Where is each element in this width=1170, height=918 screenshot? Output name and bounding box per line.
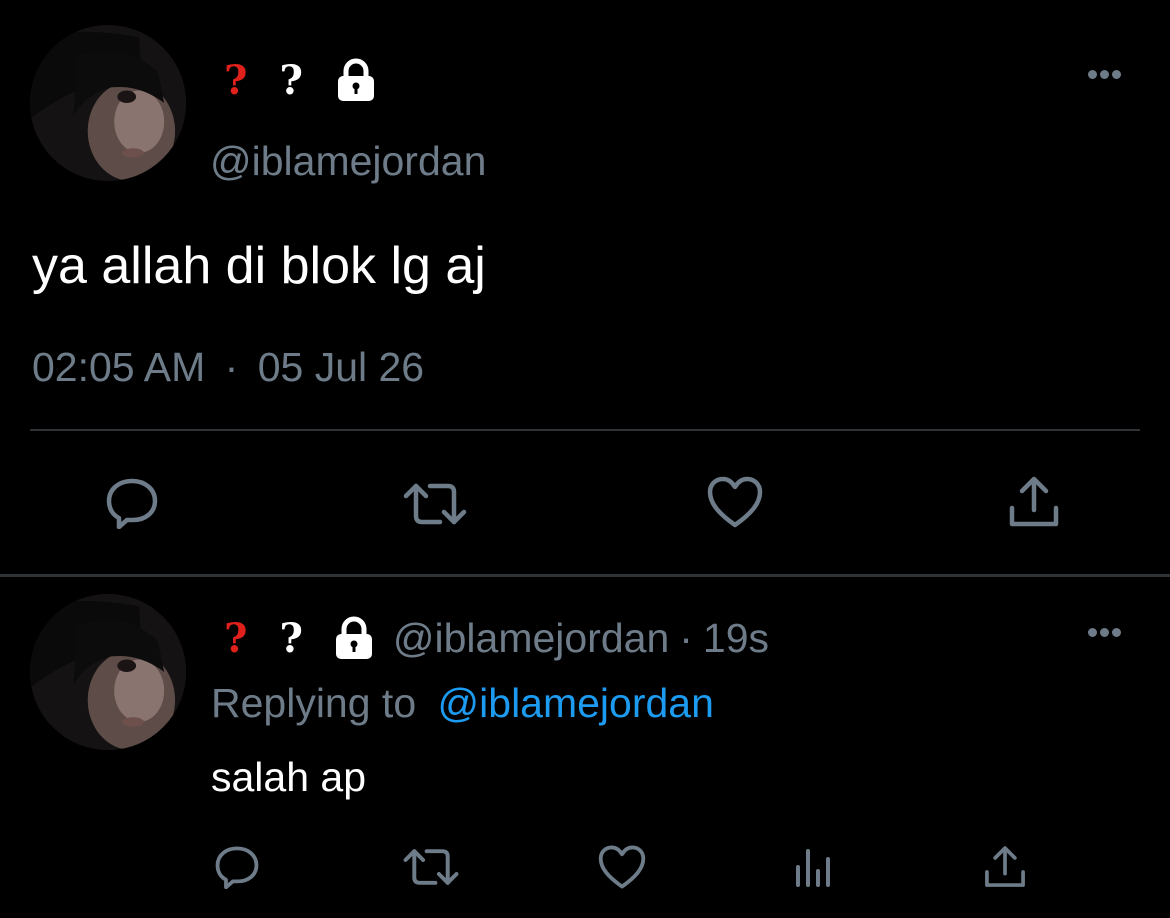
reply-icon <box>106 478 158 529</box>
replying-to-label: Replying to <box>211 680 417 726</box>
avatar-image <box>30 25 186 181</box>
reply-button[interactable] <box>102 475 162 531</box>
like-button[interactable] <box>596 842 648 892</box>
like-icon <box>598 845 646 889</box>
avatar-image <box>30 594 186 750</box>
tweet-time: 02:05 AM <box>32 344 206 390</box>
replying-to-handle-link[interactable]: @iblamejordan <box>438 680 714 726</box>
retweet-button[interactable] <box>400 842 462 892</box>
timestamp-separator: · <box>224 344 239 390</box>
main-tweet-handle[interactable]: @iblamejordan <box>210 138 486 185</box>
reply-tweet-name-row[interactable]: ? ? @iblamejordan · 19s <box>224 612 769 664</box>
share-button[interactable] <box>1004 474 1064 530</box>
analytics-button[interactable] <box>790 842 838 892</box>
reply-tweet-handle[interactable]: @iblamejordan <box>393 615 669 662</box>
share-icon <box>985 846 1025 887</box>
retweet-icon <box>403 849 459 885</box>
reply-tweet-age: 19s <box>702 614 770 661</box>
share-button[interactable] <box>980 842 1030 892</box>
analytics-icon <box>796 849 830 887</box>
main-tweet-timestamp[interactable]: 02:05 AM · 05 Jul 26 <box>32 344 424 391</box>
share-icon <box>1009 476 1059 527</box>
retweet-icon <box>403 483 467 525</box>
main-tweet-avatar[interactable] <box>30 25 186 181</box>
like-button[interactable] <box>705 474 765 530</box>
main-tweet-name-row[interactable]: ? ? <box>224 54 379 106</box>
main-tweet-text: ya allah di blok lg aj <box>32 237 486 295</box>
tweet-date: 05 Jul 26 <box>257 344 425 390</box>
reply-tweet-text: salah ap <box>211 754 367 800</box>
name-mark-white: ? <box>279 614 303 662</box>
more-options-button[interactable] <box>1088 628 1122 638</box>
main-tweet-divider <box>30 429 1140 431</box>
reply-icon <box>215 846 259 889</box>
section-divider <box>0 574 1170 577</box>
more-options-button[interactable] <box>1088 70 1122 80</box>
replying-to-line: Replying to @iblamejordan <box>211 680 714 727</box>
lock-icon <box>331 615 377 661</box>
name-mark-red: ? <box>224 614 248 662</box>
retweet-button[interactable] <box>400 476 470 532</box>
name-mark-red: ? <box>224 56 248 104</box>
lock-icon <box>333 57 379 103</box>
name-mark-white: ? <box>279 56 303 104</box>
reply-button[interactable] <box>212 842 262 892</box>
reply-tweet-avatar[interactable] <box>30 594 186 750</box>
reply-separator: · <box>679 614 693 661</box>
like-icon <box>707 476 763 528</box>
